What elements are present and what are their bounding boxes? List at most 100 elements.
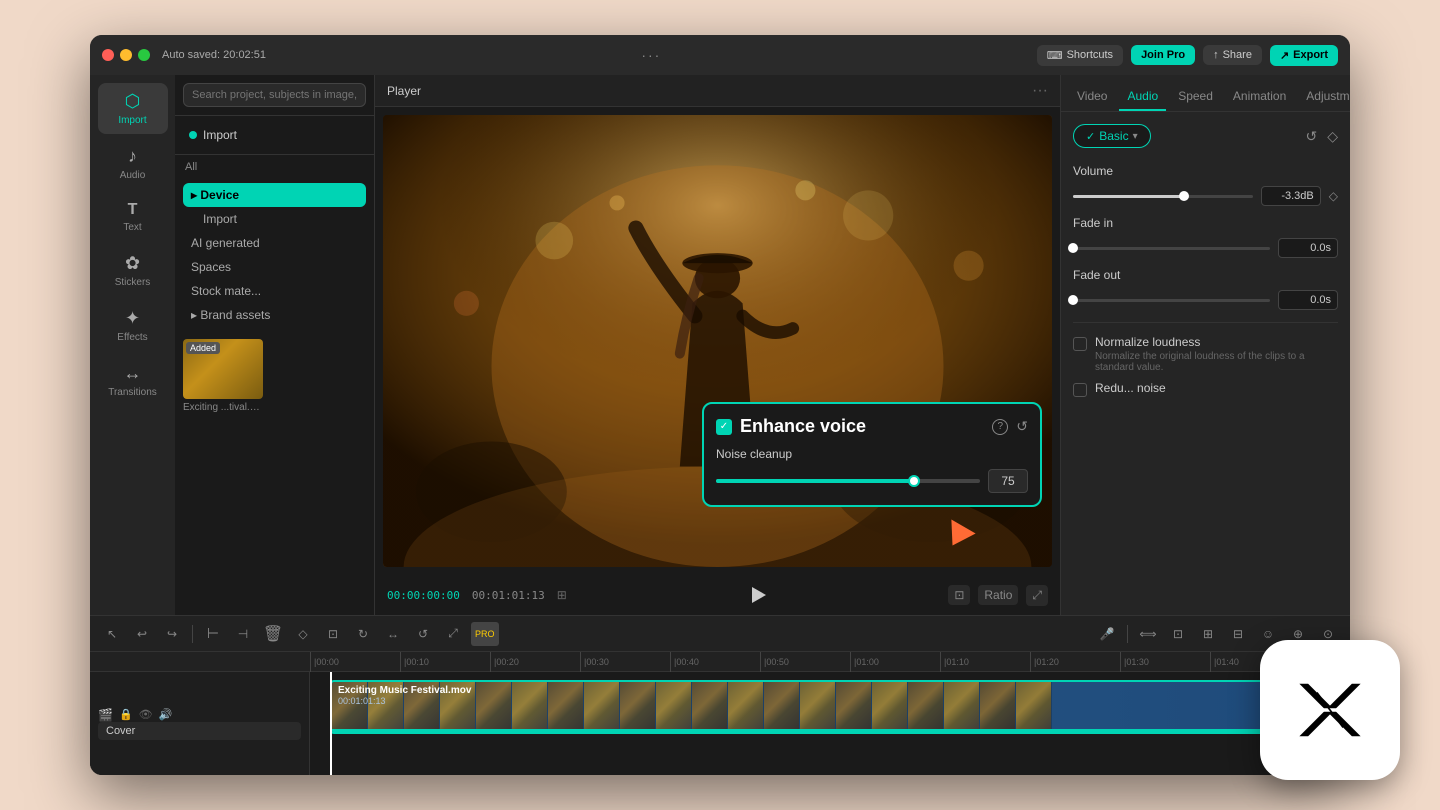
player-menu-icon[interactable]: ··· <box>1032 82 1048 100</box>
ai-generated-tree-item[interactable]: AI generated <box>183 231 366 255</box>
volume-value[interactable]: -3.3dB <box>1261 186 1321 206</box>
sidebar-item-audio[interactable]: ♪ Audio <box>98 138 168 189</box>
sidebar-item-stickers[interactable]: ✿ Stickers <box>98 245 168 296</box>
film-frame <box>1016 682 1052 732</box>
asset-search-area <box>175 75 374 116</box>
asset-thumbnail[interactable]: Added Exciting ...tival.mov <box>183 339 263 413</box>
minimize-button[interactable] <box>120 49 132 61</box>
export-icon: ↗ <box>1280 49 1289 62</box>
noise-cleanup-slider[interactable] <box>716 479 980 483</box>
ratio-button[interactable]: Ratio <box>978 585 1018 605</box>
device-tree-item[interactable]: ▸ Device <box>183 183 366 207</box>
ruler-mark-5: |00:50 <box>760 652 850 672</box>
film-frame <box>692 682 728 732</box>
fade-out-slider[interactable] <box>1073 299 1270 302</box>
sidebar-item-text[interactable]: T Text <box>98 193 168 241</box>
tab-speed[interactable]: Speed <box>1170 83 1221 111</box>
ev-reset-button[interactable]: ↺ <box>1016 418 1028 435</box>
asset-thumb-image: Added <box>183 339 263 399</box>
film-frame <box>476 682 512 732</box>
sidebar-item-effects[interactable]: ✦ Effects <box>98 300 168 351</box>
audio-track-icon[interactable]: 🔊 <box>159 708 173 721</box>
stickers-icon: ✿ <box>125 253 140 274</box>
volume-slider[interactable] <box>1073 195 1253 198</box>
fade-in-slider[interactable] <box>1073 247 1270 250</box>
film-frame <box>980 682 1016 732</box>
normalize-checkbox[interactable] <box>1073 337 1087 351</box>
search-input[interactable] <box>183 83 366 107</box>
noise-value[interactable]: 75 <box>988 469 1028 493</box>
play-button[interactable] <box>746 583 770 607</box>
speed-tool[interactable]: ⟺ <box>1136 622 1160 646</box>
tab-adjustment[interactable]: Adjustment <box>1298 83 1350 111</box>
eye-icon[interactable]: 👁 <box>139 708 153 721</box>
track-video-icon: 🎬 <box>98 708 113 722</box>
frame-tool[interactable]: ⊡ <box>321 622 345 646</box>
lock-icon[interactable]: 🔒 <box>119 708 133 721</box>
volume-fill <box>1073 195 1184 198</box>
reset-icon[interactable]: ↺ <box>1305 128 1317 145</box>
share-button[interactable]: ↑ Share <box>1203 45 1262 65</box>
pro-tool[interactable]: PRO <box>471 622 499 646</box>
select-tool[interactable]: ↖ <box>100 622 124 646</box>
import-tree-item[interactable]: Import <box>183 207 366 231</box>
crop-tool[interactable]: ⤢ <box>441 622 465 646</box>
rotate-tool[interactable]: ↺ <box>411 622 435 646</box>
player-header: Player ··· <box>375 75 1060 107</box>
tab-animation[interactable]: Animation <box>1225 83 1294 111</box>
basic-badge[interactable]: ✓ Basic ▾ <box>1073 124 1151 148</box>
sidebar-item-label-stickers: Stickers <box>115 277 151 288</box>
stock-tree-item[interactable]: Stock mate... <box>183 279 366 303</box>
undo-button[interactable]: ↩ <box>130 622 154 646</box>
close-button[interactable] <box>102 49 114 61</box>
tab-video[interactable]: Video <box>1069 83 1115 111</box>
volume-diamond-icon[interactable]: ◇ <box>1329 189 1338 203</box>
import-nav-item[interactable]: Import <box>183 124 366 146</box>
volume-thumb <box>1179 191 1189 201</box>
spaces-tree-item[interactable]: Spaces <box>183 255 366 279</box>
split-tool[interactable]: ⊢ <box>201 622 225 646</box>
audio-icon: ♪ <box>128 146 137 167</box>
redo-button[interactable]: ↪ <box>160 622 184 646</box>
tool-a[interactable]: ⊡ <box>1166 622 1190 646</box>
track-title: Exciting Music Festival.mov <box>338 685 471 696</box>
mic-button[interactable]: 🎤 <box>1095 622 1119 646</box>
slider-fill <box>716 479 914 483</box>
sidebar-item-import[interactable]: ⬡ Import <box>98 83 168 134</box>
normalize-row: Normalize loudness Normalize the origina… <box>1073 335 1338 373</box>
fullscreen-icon[interactable]: ⤢ <box>1026 585 1048 606</box>
fade-out-value[interactable]: 0.0s <box>1278 290 1338 310</box>
fit-to-screen-icon[interactable]: ⊡ <box>948 585 970 605</box>
title-bar: Auto saved: 20:02:51 ··· ⌨ Shortcuts Joi… <box>90 35 1350 75</box>
title-bar-right: ⌨ Shortcuts Join Pro ↑ Share ↗ Export <box>1037 45 1338 66</box>
join-pro-button[interactable]: Join Pro <box>1131 45 1195 65</box>
fade-in-value[interactable]: 0.0s <box>1278 238 1338 258</box>
shortcuts-button[interactable]: ⌨ Shortcuts <box>1037 45 1123 66</box>
import-icon: ⬡ <box>125 91 141 112</box>
ev-title: Enhance voice <box>740 416 984 437</box>
export-button[interactable]: ↗ Export <box>1270 45 1338 66</box>
tool-c[interactable]: ⊟ <box>1226 622 1250 646</box>
tool-b[interactable]: ⊞ <box>1196 622 1220 646</box>
bottom-area: ↖ ↩ ↪ ⊢ ⊣ 🗑 ◇ ⊡ ↻ ↔ ↺ ⤢ PRO 🎤 ⟺ ⊡ ⊞ ⊟ ☺ … <box>90 615 1350 775</box>
sidebar-item-label-import: Import <box>118 115 146 126</box>
flip-tool[interactable]: ↔ <box>381 622 405 646</box>
split-tool-2[interactable]: ⊣ <box>231 622 255 646</box>
delete-tool[interactable]: 🗑 <box>261 622 285 646</box>
ev-info-icon[interactable]: ? <box>992 419 1008 435</box>
ev-checkbox[interactable]: ✓ <box>716 419 732 435</box>
add-tool[interactable]: ↻ <box>351 622 375 646</box>
video-track[interactable]: Exciting Music Festival.mov 00:01:01:13 <box>330 680 1340 734</box>
sidebar-item-label-audio: Audio <box>120 170 146 181</box>
film-frame <box>872 682 908 732</box>
ev-slider-row: 75 <box>716 469 1028 493</box>
sidebar-item-transitions[interactable]: ↔ Transitions <box>98 355 168 406</box>
fade-in-thumb <box>1068 243 1078 253</box>
maximize-button[interactable] <box>138 49 150 61</box>
diamond-icon[interactable]: ◇ <box>1327 128 1338 145</box>
tab-audio[interactable]: Audio <box>1119 83 1166 111</box>
reduce-noise-checkbox[interactable] <box>1073 383 1087 397</box>
mark-tool[interactable]: ◇ <box>291 622 315 646</box>
brand-assets-tree-item[interactable]: ▸ Brand assets <box>183 303 366 327</box>
playhead[interactable] <box>330 672 332 775</box>
